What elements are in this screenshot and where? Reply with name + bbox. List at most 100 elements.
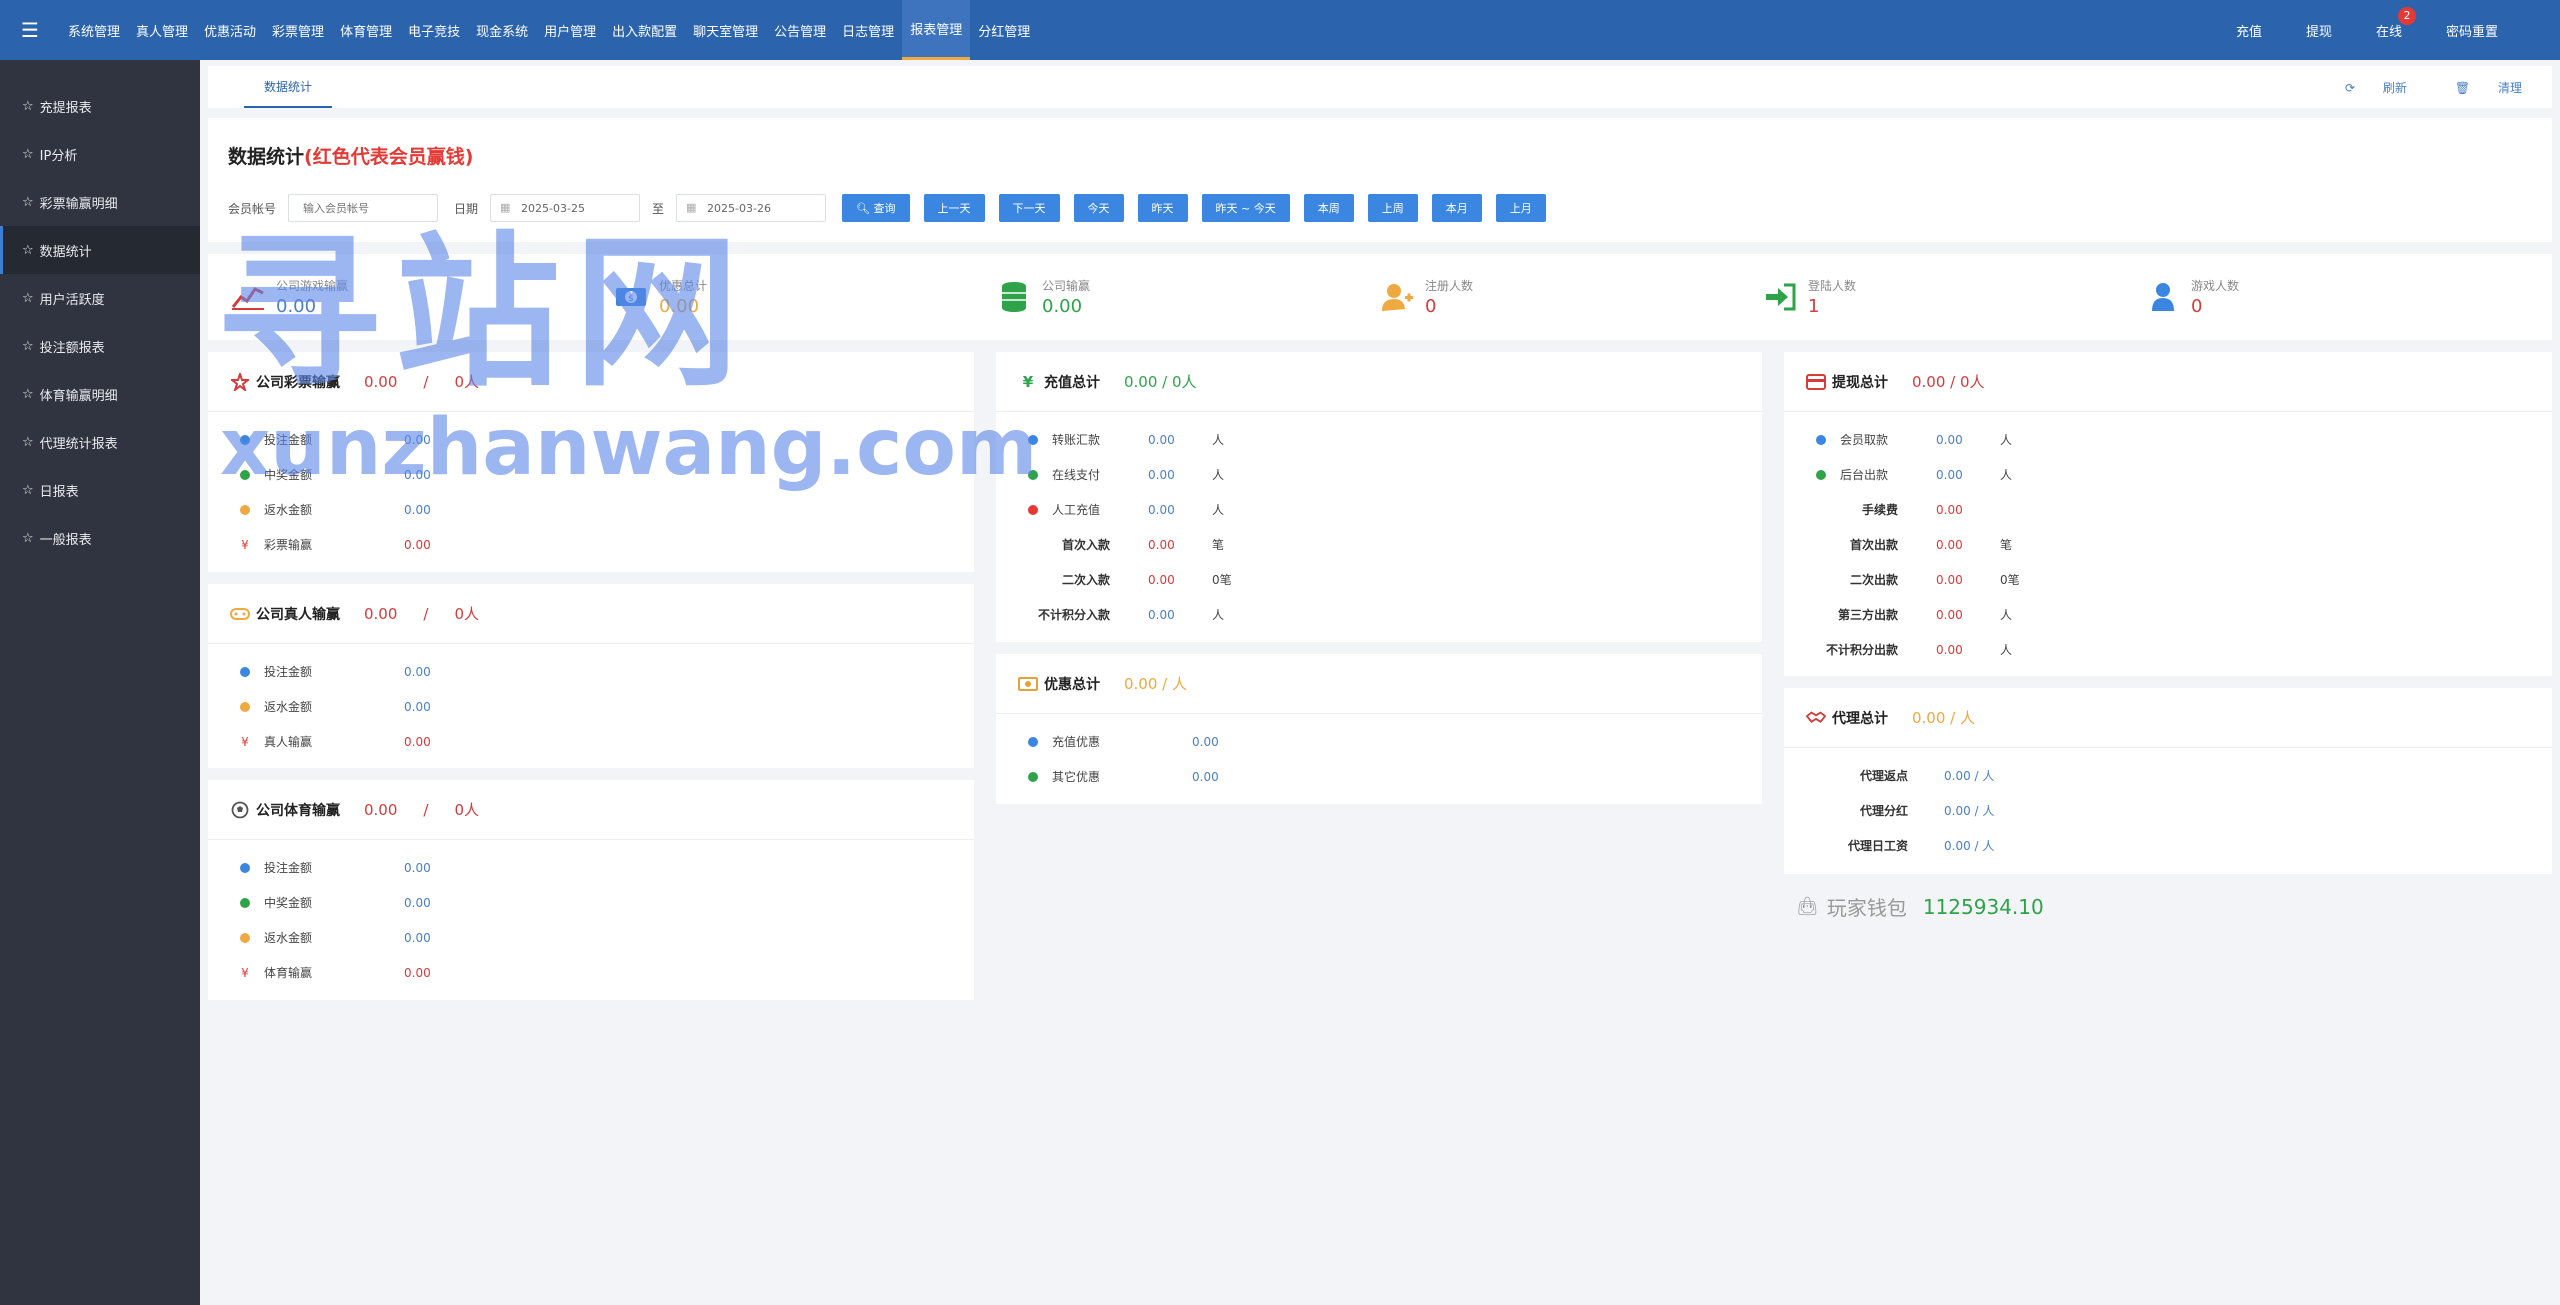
lottery-card: 公司彩票输赢 0.00 / 0人 投注金额 0.00 中奖金额 0.00 返水金额 0… xyxy=(208,352,974,572)
date-from-input[interactable] xyxy=(490,194,641,222)
sidebar-item-general-report[interactable]: ☆ 一般报表 xyxy=(0,514,200,562)
sidebar-item-recharge-withdraw-report[interactable]: ☆ 充提报表 xyxy=(0,82,200,130)
row-label: 中奖金额 xyxy=(264,468,313,482)
stat-value: 1 xyxy=(1808,296,1820,317)
menu-toggle-icon[interactable]: ☰ xyxy=(0,0,60,60)
stat-label: 公司游戏输赢 xyxy=(276,279,349,293)
star-icon: ☆ xyxy=(22,98,34,114)
bullet-icon xyxy=(1028,434,1038,445)
nav-item-reports[interactable]: 报表管理 xyxy=(902,0,971,60)
sidebar-item-ip-analysis[interactable]: ☆ IP分析 xyxy=(0,130,200,178)
online-link[interactable]: 在线 2 xyxy=(2354,6,2424,40)
stat-value: 0.00 xyxy=(1042,296,1083,317)
nav-item-users[interactable]: 用户管理 xyxy=(536,0,604,60)
live-card-header: 公司真人输赢 0.00 / 0人 xyxy=(208,584,974,644)
card-title: 代理总计 xyxy=(1832,710,1888,727)
card-total: 0.00 xyxy=(364,800,398,819)
today-button[interactable]: 今天 xyxy=(1073,194,1124,222)
sidebar-item-bet-report[interactable]: ☆ 投注额报表 xyxy=(0,322,200,370)
row-value: 0.00 xyxy=(404,734,431,749)
filter-row: 会员帐号 日期 ▦ 至 ▦ 🔍︎ 查询 上一天 下一天 今天 昨天 昨天 ~ 今… xyxy=(228,194,1560,222)
sidebar-item-user-activity[interactable]: ☆ 用户活跃度 xyxy=(0,274,200,322)
stat-value: 0.00 xyxy=(276,296,317,317)
nav-item-chatroom[interactable]: 聊天室管理 xyxy=(685,0,766,60)
list-item: 会员取款 0.00 人 xyxy=(1784,422,2552,457)
list-item: 二次入款 0.00 0笔 xyxy=(996,562,1762,597)
next-day-button[interactable]: 下一天 xyxy=(998,194,1060,222)
card-title: 公司真人输赢 xyxy=(256,606,340,623)
card-summary: 0.00 / 人 xyxy=(1124,675,1187,693)
nav-item-deposit-config[interactable]: 出入款配置 xyxy=(604,0,685,60)
row-label: 彩票输赢 xyxy=(264,538,313,552)
trash-icon: 🗑 xyxy=(2454,80,2474,95)
row-value: 0.00 xyxy=(1148,432,1175,447)
sign-in-icon xyxy=(1762,279,1798,315)
list-item: 手续费 0.00 xyxy=(1784,492,2552,527)
this-week-button[interactable]: 本周 xyxy=(1303,194,1354,222)
nav-item-live[interactable]: 真人管理 xyxy=(128,0,196,60)
card-summary: 0.00 / 人 xyxy=(1912,709,1975,727)
sidebar-item-label: 彩票输赢明细 xyxy=(39,196,118,212)
card-title: 提现总计 xyxy=(1832,374,1888,391)
gamepad-icon xyxy=(230,607,250,621)
sidebar-item-daily-report[interactable]: ☆ 日报表 xyxy=(0,466,200,514)
yesterday-today-button[interactable]: 昨天 ~ 今天 xyxy=(1201,194,1290,222)
nav-item-promotions[interactable]: 优惠活动 xyxy=(196,0,264,60)
card-people: 0人 xyxy=(454,801,480,819)
sidebar-item-label: 用户活跃度 xyxy=(39,292,105,308)
date-label: 日期 xyxy=(454,201,479,216)
sidebar-item-sports-detail[interactable]: ☆ 体育输赢明细 xyxy=(0,370,200,418)
sidebar-item-data-stats[interactable]: ☆ 数据统计 xyxy=(0,226,200,274)
prev-day-button[interactable]: 上一天 xyxy=(923,194,985,222)
tab-data-stats[interactable]: 数据统计 xyxy=(244,66,333,108)
row-label: 人工充值 xyxy=(1052,503,1101,517)
nav-item-lottery[interactable]: 彩票管理 xyxy=(264,0,332,60)
password-reset-link[interactable]: 密码重置 xyxy=(2424,21,2520,40)
yen-icon: ¥ xyxy=(241,965,249,980)
list-item: 代理分红 0.00 / 人 xyxy=(1784,793,2552,828)
row-value: 0.00 xyxy=(1148,537,1175,552)
nav-item-dividends[interactable]: 分红管理 xyxy=(970,0,1038,60)
nav-item-logs[interactable]: 日志管理 xyxy=(834,0,902,60)
row-value: 0.00 xyxy=(1148,467,1175,482)
clear-button[interactable]: 🗑 清理 xyxy=(2431,79,2522,96)
recharge-link[interactable]: 充值 xyxy=(2214,21,2284,40)
refresh-label: 刷新 xyxy=(2382,80,2407,95)
sports-card: 公司体育输赢 0.00 / 0人 投注金额 0.00 中奖金额 0.00 返水金额 0… xyxy=(208,780,974,1000)
search-icon: 🔍︎ xyxy=(856,201,874,215)
yesterday-button[interactable]: 昨天 xyxy=(1137,194,1188,222)
nav-item-system[interactable]: 系统管理 xyxy=(60,0,128,60)
row-unit: 0笔 xyxy=(2000,573,2020,587)
row-value: 0.00 xyxy=(1936,572,1963,587)
nav-item-esports[interactable]: 电子竞技 xyxy=(400,0,468,60)
sports-card-header: 公司体育输赢 0.00 / 0人 xyxy=(208,780,974,840)
row-label: 会员取款 xyxy=(1840,433,1889,447)
member-account-input[interactable] xyxy=(288,194,439,222)
last-month-button[interactable]: 上月 xyxy=(1495,194,1546,222)
yen-icon: ¥ xyxy=(241,734,249,749)
recharge-card-header: ¥ 充值总计 0.00 / 0人 xyxy=(996,352,1762,412)
list-item: 中奖金额 0.00 xyxy=(208,457,974,492)
this-month-button[interactable]: 本月 xyxy=(1431,194,1482,222)
search-button[interactable]: 🔍︎ 查询 xyxy=(842,194,910,222)
credit-card-icon xyxy=(1806,373,1826,390)
row-label: 首次出款 xyxy=(1849,538,1898,552)
nav-item-cash[interactable]: 现金系统 xyxy=(468,0,536,60)
card-slash: / xyxy=(423,800,429,819)
sidebar-item-label: 一般报表 xyxy=(39,532,92,548)
sidebar-item-agent-report[interactable]: ☆ 代理统计报表 xyxy=(0,418,200,466)
refresh-button[interactable]: ⟳ 刷新 xyxy=(2321,79,2407,96)
row-label: 体育输赢 xyxy=(264,966,313,980)
nav-item-sports[interactable]: 体育管理 xyxy=(332,0,400,60)
row-label: 投注金额 xyxy=(264,861,313,875)
sidebar-item-lottery-detail[interactable]: ☆ 彩票输赢明细 xyxy=(0,178,200,226)
player-wallet: 👜︎ 玩家钱包 1125934.10 xyxy=(1796,892,2044,921)
row-value: 0.00 xyxy=(1936,467,1963,482)
row-value: 0.00 xyxy=(1148,572,1175,587)
nav-item-announcements[interactable]: 公告管理 xyxy=(766,0,834,60)
list-item: 投注金额 0.00 xyxy=(208,654,974,689)
last-week-button[interactable]: 上周 xyxy=(1367,194,1418,222)
date-to-input[interactable] xyxy=(676,194,827,222)
withdraw-link[interactable]: 提现 xyxy=(2284,21,2354,40)
list-item: 投注金额 0.00 xyxy=(208,850,974,885)
